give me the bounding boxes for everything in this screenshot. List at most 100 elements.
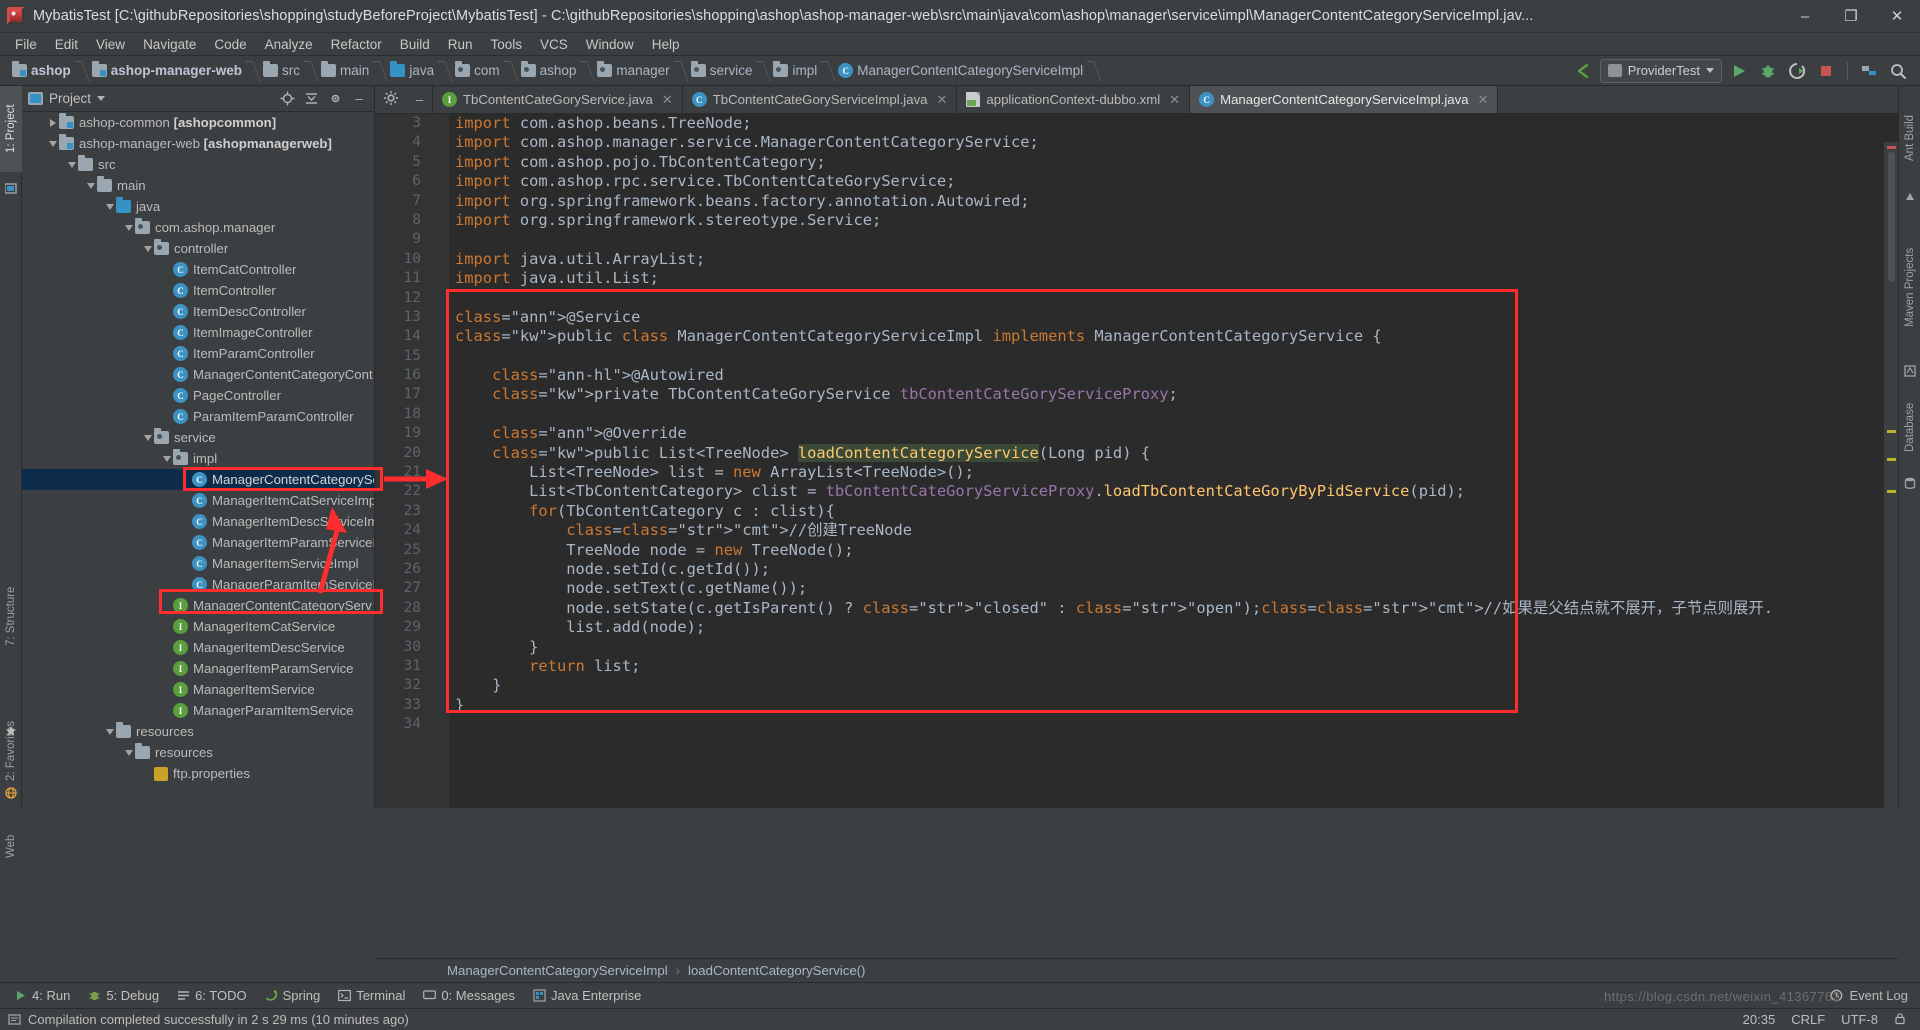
bottom-item-run[interactable]: 4: Run [6, 986, 78, 1005]
breadcrumb-impl[interactable]: impl [769, 58, 834, 84]
menu-navigate[interactable]: Navigate [134, 35, 205, 54]
menu-help[interactable]: Help [643, 35, 689, 54]
breadcrumb-service[interactable]: service [687, 58, 770, 84]
tab-tbcontentcategoryserviceimpl[interactable]: C TbContentCateGoryServiceImpl.java ✕ [682, 86, 958, 113]
tree-row[interactable]: src [22, 154, 374, 175]
minimize-button[interactable]: – [1782, 0, 1828, 33]
code-line[interactable]: node.setText(c.getName()); [455, 579, 1898, 598]
breadcrumb-ashop-pkg[interactable]: ashop [517, 58, 594, 84]
tree-row[interactable]: java [22, 196, 374, 217]
tree-row[interactable]: main [22, 175, 374, 196]
sidebar-item-web[interactable]: Web [0, 821, 22, 871]
tab-managercontentcategoryserviceimpl[interactable]: C ManagerContentCategoryServiceImpl.java… [1190, 86, 1499, 113]
menu-vcs[interactable]: VCS [531, 35, 577, 54]
code-line[interactable]: import java.util.ArrayList; [455, 250, 1898, 269]
code-line[interactable]: TreeNode node = new TreeNode(); [455, 541, 1898, 560]
error-stripe-scrollbar[interactable] [1884, 142, 1898, 808]
tree-row[interactable]: C ParamItemParamController [22, 406, 374, 427]
code-line[interactable]: } [455, 676, 1898, 695]
breadcrumb-ashop[interactable]: ashop [8, 58, 88, 84]
close-icon[interactable]: ✕ [1478, 92, 1489, 108]
project-structure-icon[interactable] [1857, 59, 1881, 83]
breadcrumb-main[interactable]: main [317, 58, 386, 84]
code-line[interactable]: class="kw">public List<TreeNode> loadCon… [455, 443, 1898, 463]
breadcrumb-com[interactable]: com [451, 58, 517, 84]
menu-window[interactable]: Window [577, 35, 643, 54]
code-line[interactable]: import com.ashop.pojo.TbContentCategory; [455, 153, 1898, 172]
chevron-down-icon[interactable] [123, 217, 135, 238]
line-separator[interactable]: CRLF [1791, 1012, 1825, 1027]
breadcrumb-class[interactable]: C ManagerContentCategoryServiceImpl [834, 58, 1100, 84]
code-line[interactable]: class="ann">@Service [455, 308, 1898, 327]
menu-tools[interactable]: Tools [482, 35, 532, 54]
code-line[interactable]: } [455, 638, 1898, 657]
code-line[interactable]: } [455, 696, 1898, 715]
tree-row[interactable]: C ManagerItemCatServiceImpl [22, 490, 374, 511]
tree-row[interactable]: C ItemDescController [22, 301, 374, 322]
scrollbar-thumb[interactable] [1888, 152, 1895, 282]
breadcrumb-java[interactable]: java [386, 58, 451, 84]
close-button[interactable]: ✕ [1874, 0, 1920, 33]
bottom-item-debug[interactable]: 5: Debug [80, 986, 167, 1005]
tree-row[interactable]: C PageController [22, 385, 374, 406]
chevron-down-icon[interactable] [85, 175, 97, 196]
chevron-down-icon[interactable] [123, 742, 135, 763]
code-line[interactable]: import org.springframework.beans.factory… [455, 192, 1898, 211]
code-line[interactable]: import com.ashop.rpc.service.TbContentCa… [455, 172, 1898, 191]
sidebar-item-maven-projects[interactable]: Maven Projects [1899, 216, 1920, 358]
tree-row[interactable]: service [22, 427, 374, 448]
collapse-all-icon[interactable] [302, 90, 320, 108]
tree-row[interactable]: ftp.properties [22, 763, 374, 784]
caret-position[interactable]: 20:35 [1743, 1012, 1776, 1027]
code-line[interactable] [455, 405, 1898, 424]
tree-row[interactable]: ashop-manager-web [ashopmanagerweb] [22, 133, 374, 154]
code-line[interactable]: node.setState(c.getIsParent() ? class="s… [455, 599, 1898, 618]
tree-row[interactable]: I ManagerContentCategoryServ [22, 595, 374, 616]
run-icon[interactable] [1727, 59, 1751, 83]
chevron-down-icon[interactable] [161, 448, 173, 469]
code-line[interactable]: return list; [455, 657, 1898, 676]
tree-row[interactable]: C ItemCatController [22, 259, 374, 280]
menu-analyze[interactable]: Analyze [256, 35, 322, 54]
search-everywhere-icon[interactable] [1886, 59, 1910, 83]
chevron-right-icon[interactable] [47, 112, 59, 133]
breadcrumb-method-name[interactable]: loadContentCategoryService() [688, 963, 865, 978]
hide-icon[interactable]: – [350, 90, 368, 108]
sidebar-item-database[interactable]: Database [1899, 386, 1920, 468]
stop-icon[interactable] [1814, 59, 1838, 83]
project-tree[interactable]: ashop-common [ashopcommon] ashop-manager-… [22, 112, 374, 808]
code-line[interactable]: import java.util.List; [455, 269, 1898, 288]
chevron-down-icon[interactable] [142, 427, 154, 448]
bottom-item-spring[interactable]: Spring [257, 986, 329, 1005]
code-line[interactable]: list.add(node); [455, 618, 1898, 637]
code-line[interactable]: import com.ashop.manager.service.Manager… [455, 133, 1898, 152]
bottom-item-todo[interactable]: 6: TODO [169, 986, 255, 1005]
tree-row[interactable]: C ManagerItemDescServiceIm [22, 511, 374, 532]
tree-row[interactable]: resources [22, 721, 374, 742]
code-line[interactable]: import com.ashop.beans.TreeNode; [455, 114, 1898, 133]
encoding[interactable]: UTF-8 [1841, 1012, 1878, 1027]
run-configuration-selector[interactable]: ProviderTest [1599, 58, 1722, 83]
settings-icon[interactable] [383, 91, 398, 108]
menu-view[interactable]: View [87, 35, 134, 54]
warning-mark[interactable] [1887, 430, 1896, 433]
tree-row[interactable]: C ManagerContentCategoryCont [22, 364, 374, 385]
tree-row[interactable]: I ManagerItemParamService [22, 658, 374, 679]
code-line[interactable]: class=class="str">"cmt">//创建TreeNode [455, 521, 1898, 540]
chevron-down-icon[interactable] [47, 133, 59, 154]
tree-row[interactable]: com.ashop.manager [22, 217, 374, 238]
tree-row[interactable]: C ItemController [22, 280, 374, 301]
back-arrow-icon[interactable] [1571, 59, 1595, 83]
menu-file[interactable]: File [6, 35, 46, 54]
chevron-down-icon[interactable] [104, 721, 116, 742]
tree-row[interactable]: controller [22, 238, 374, 259]
bottom-item-terminal[interactable]: Terminal [330, 986, 413, 1005]
sidebar-item-ant-build[interactable]: Ant Build [1899, 92, 1920, 184]
code-content[interactable]: import com.ashop.beans.TreeNode; import c… [449, 114, 1898, 808]
code-line[interactable]: import org.springframework.stereotype.Se… [455, 211, 1898, 230]
tree-row[interactable]: C ManagerItemServiceImpl [22, 553, 374, 574]
chevron-down-icon[interactable] [97, 96, 106, 101]
sidebar-item-structure[interactable]: 7: Structure [0, 566, 22, 666]
chevron-down-icon[interactable] [142, 238, 154, 259]
tree-row[interactable]: I ManagerItemCatService [22, 616, 374, 637]
